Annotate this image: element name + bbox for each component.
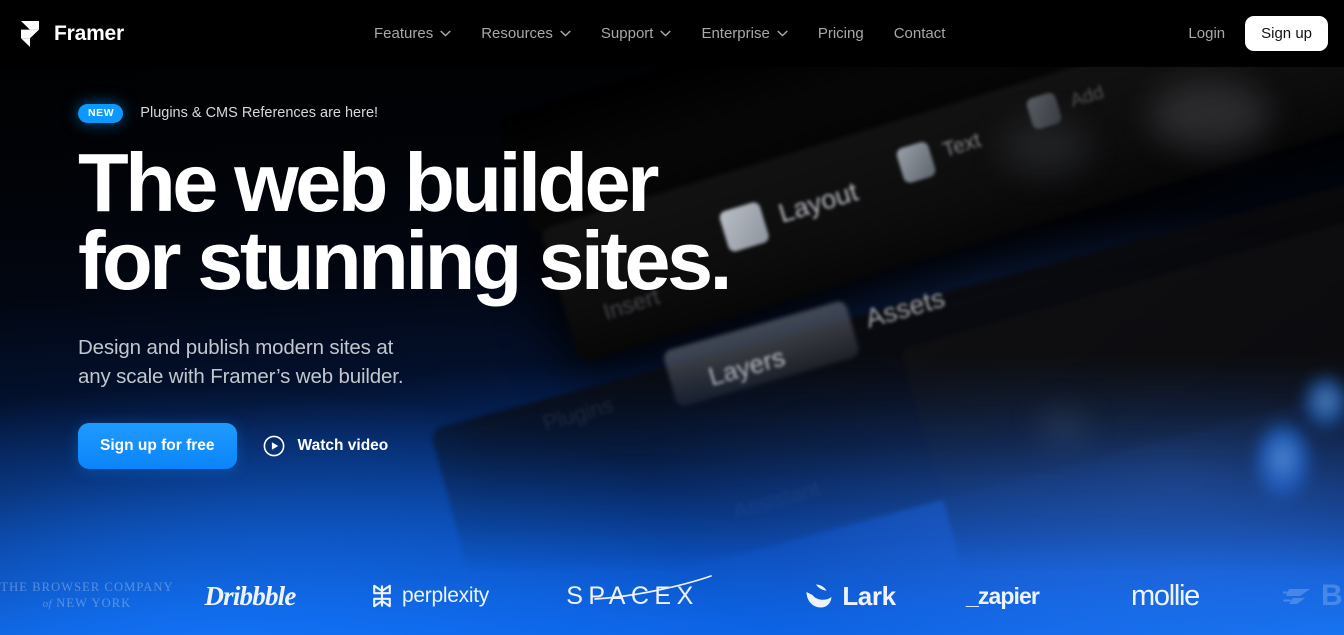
lark-leaf-icon bbox=[806, 584, 832, 608]
browser-company-wordmark: THE BROWSER COMPANY of NEW YORK bbox=[0, 580, 173, 611]
chevron-down-icon bbox=[440, 30, 451, 37]
nav-label: Pricing bbox=[817, 25, 864, 42]
nav-item-pricing[interactable]: Pricing bbox=[803, 17, 879, 50]
nav-item-enterprise[interactable]: Enterprise bbox=[686, 17, 802, 50]
dribbble-wordmark: Dribbble bbox=[204, 580, 296, 611]
spacex-wordmark: SPACEX bbox=[566, 574, 712, 611]
nav-item-contact[interactable]: Contact bbox=[879, 17, 961, 50]
logo-bird[interactable]: Bi bbox=[1283, 557, 1344, 635]
logo-mollie[interactable]: mollie bbox=[1095, 557, 1235, 635]
signup-for-free-button[interactable]: Sign up for free bbox=[78, 422, 237, 469]
bird-wordmark: Bi bbox=[1321, 579, 1344, 612]
photo-highlight-blob bbox=[1150, 80, 1270, 150]
watch-video-label: Watch video bbox=[297, 436, 389, 454]
chevron-down-icon bbox=[660, 30, 672, 37]
signup-button[interactable]: Sign up bbox=[1245, 16, 1328, 51]
mollie-wordmark: mollie bbox=[1131, 579, 1200, 612]
watch-video-button[interactable]: Watch video bbox=[263, 435, 389, 457]
logo-zapier[interactable]: _zapier bbox=[935, 557, 1070, 635]
lark-wordmark: Lark bbox=[842, 580, 896, 611]
lark-lockup: Lark bbox=[804, 580, 896, 612]
nav-label: Resources bbox=[481, 25, 553, 42]
brand-name: Framer bbox=[54, 21, 125, 45]
brand-logo-link[interactable]: Framer bbox=[18, 20, 125, 47]
logo-dribbble[interactable]: Dribbble bbox=[175, 557, 325, 635]
photo-blue-glow-tile bbox=[1252, 418, 1314, 504]
browser-company-line2: of NEW YORK bbox=[42, 595, 132, 610]
announcement-banner[interactable]: NEW Plugins & CMS References are here! bbox=[78, 104, 838, 123]
nav-item-resources[interactable]: Resources bbox=[466, 17, 586, 50]
photo-blue-glow-tile-2 bbox=[1300, 372, 1344, 432]
browser-company-line1: THE BROWSER COMPANY bbox=[0, 580, 174, 595]
bird-lockup: Bi bbox=[1283, 579, 1344, 613]
nav-item-support[interactable]: Support bbox=[586, 17, 687, 50]
nav-label: Enterprise bbox=[701, 25, 770, 42]
top-navigation-bar: Framer Features Resources Support Enterp… bbox=[0, 0, 1344, 67]
play-circle-icon bbox=[263, 435, 284, 457]
logo-browser-company[interactable]: THE BROWSER COMPANY of NEW YORK bbox=[0, 557, 182, 635]
primary-nav-links: Features Resources Support Enterprise Pr… bbox=[359, 0, 960, 67]
hero-cta-row: Sign up for free Watch video bbox=[78, 422, 838, 469]
chevron-down-icon bbox=[560, 30, 571, 37]
zapier-wordmark: _zapier bbox=[966, 582, 1040, 609]
perplexity-lockup: perplexity bbox=[371, 584, 489, 608]
framer-logo-icon bbox=[21, 20, 39, 47]
hero-section: NEW Plugins & CMS References are here! T… bbox=[78, 67, 838, 469]
nav-item-features[interactable]: Features bbox=[359, 17, 466, 50]
bird-icon bbox=[1283, 589, 1310, 604]
nav-account-actions: Login Sign up bbox=[1182, 0, 1328, 67]
logo-spacex[interactable]: SPACEX bbox=[535, 557, 730, 635]
framer-landing-page: Insert Layout Text Add Layers Assets Plu… bbox=[0, 0, 1344, 635]
perplexity-icon bbox=[373, 584, 391, 608]
hero-headline: The web builder for stunning sites. bbox=[78, 135, 733, 307]
announcement-text: Plugins & CMS References are here! bbox=[140, 105, 379, 122]
hero-subheadline: Design and publish modern sites at any s… bbox=[78, 335, 404, 388]
nav-label: Support bbox=[600, 25, 654, 42]
new-badge: NEW bbox=[78, 104, 124, 123]
perplexity-wordmark: perplexity bbox=[402, 584, 489, 607]
nav-label: Contact bbox=[893, 25, 946, 42]
nav-label: Features bbox=[374, 25, 434, 42]
login-link[interactable]: Login bbox=[1182, 17, 1231, 50]
photo-chevron-blob bbox=[1040, 412, 1086, 442]
chevron-down-icon bbox=[777, 30, 788, 37]
spacex-swoosh-icon bbox=[593, 574, 712, 600]
customer-logo-strip: THE BROWSER COMPANY of NEW YORK Dribbble… bbox=[0, 557, 1344, 635]
logo-perplexity[interactable]: perplexity bbox=[345, 557, 515, 635]
photo-highlight-blob-2 bbox=[1000, 120, 1090, 175]
logo-lark[interactable]: Lark bbox=[770, 557, 930, 635]
